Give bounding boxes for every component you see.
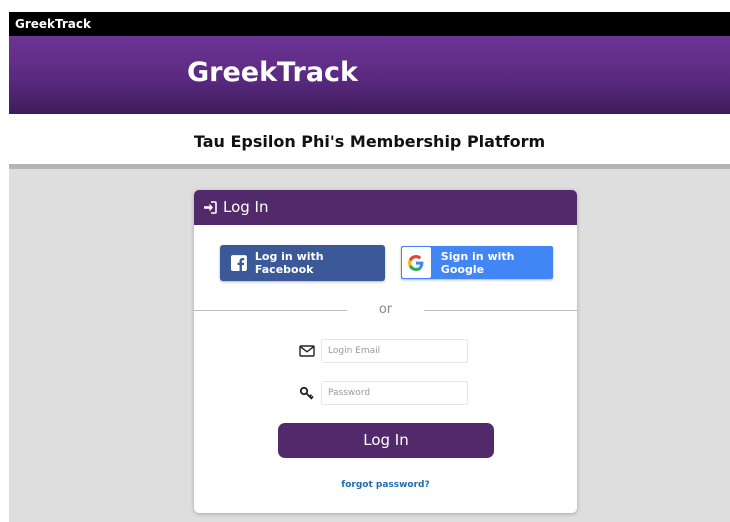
login-card: Log In Log in with Facebook Sign in with… bbox=[194, 190, 577, 513]
google-signin-label: Sign in with Google bbox=[440, 249, 515, 276]
banner-title: GreekTrack bbox=[187, 57, 359, 88]
forgot-password-link[interactable]: forgot password? bbox=[194, 480, 577, 490]
top-bar: GreekTrack bbox=[9, 12, 730, 36]
page: GreekTrack GreekTrack Tau Epsilon Phi's … bbox=[9, 12, 730, 522]
sign-in-icon bbox=[204, 201, 217, 214]
google-signin-button[interactable]: Sign in with Google bbox=[401, 246, 553, 279]
google-icon-box bbox=[402, 247, 431, 278]
password-field-row bbox=[194, 381, 577, 405]
divider-text: or bbox=[378, 302, 393, 317]
envelope-icon bbox=[299, 345, 315, 357]
login-card-title: Log In bbox=[223, 198, 269, 216]
login-card-header: Log In bbox=[194, 190, 577, 225]
facebook-icon bbox=[231, 255, 247, 271]
key-icon bbox=[299, 386, 314, 400]
login-email-input[interactable] bbox=[321, 339, 468, 363]
social-login-row: Log in with Facebook Sign in with Google bbox=[194, 245, 577, 281]
email-field-row bbox=[194, 339, 577, 363]
password-input[interactable] bbox=[321, 381, 468, 405]
top-bar-title: GreekTrack bbox=[15, 17, 92, 31]
page-title: Tau Epsilon Phi's Membership Platform bbox=[193, 132, 546, 151]
or-divider: or bbox=[194, 302, 577, 318]
facebook-login-label: Log in with Facebook bbox=[254, 250, 324, 276]
subheader: Tau Epsilon Phi's Membership Platform bbox=[9, 114, 730, 169]
google-icon bbox=[408, 254, 424, 271]
login-button[interactable]: Log In bbox=[278, 423, 494, 458]
facebook-login-button[interactable]: Log in with Facebook bbox=[220, 245, 385, 281]
banner: GreekTrack bbox=[9, 36, 730, 114]
